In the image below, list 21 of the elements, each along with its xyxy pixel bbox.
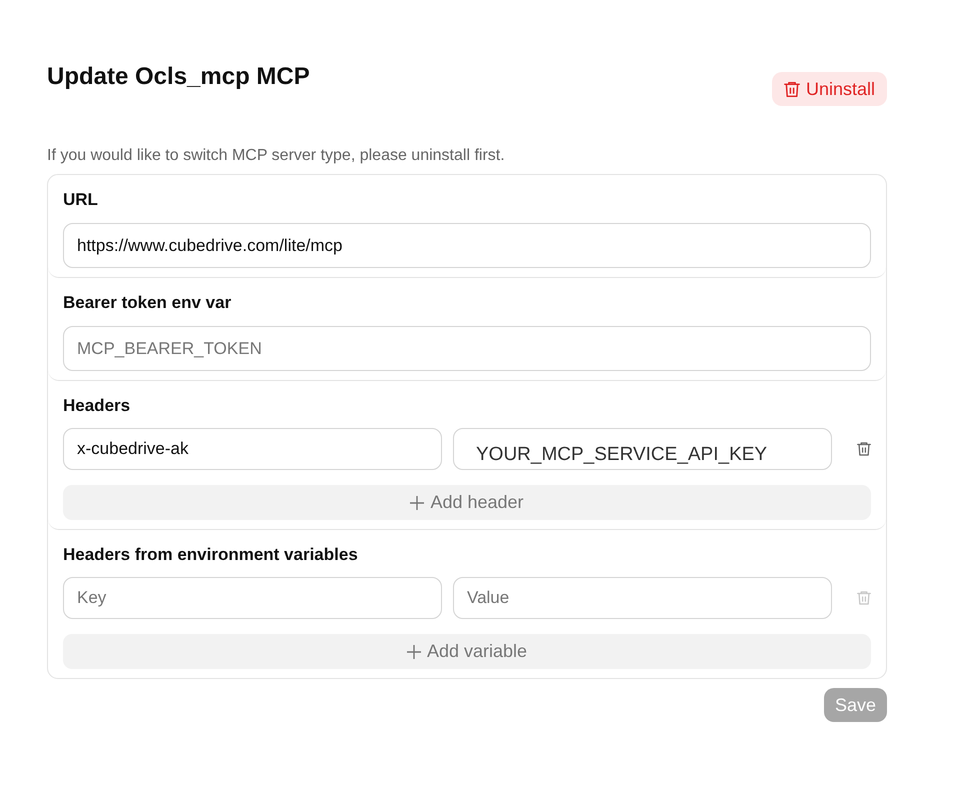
dialog-title: Update Ocls_mcp MCP bbox=[47, 62, 310, 92]
trash-icon bbox=[857, 591, 871, 605]
plus-icon bbox=[406, 644, 421, 658]
input-field[interactable]: x-cubedrive-ak bbox=[63, 428, 442, 470]
input-field[interactable]: Key bbox=[63, 577, 442, 619]
add-button[interactable]: Add variable bbox=[63, 634, 871, 669]
section-label: Headers bbox=[63, 395, 132, 417]
delete-button[interactable] bbox=[857, 442, 871, 456]
input-field[interactable]: https://www.cubedrive.com/lite/mcp bbox=[63, 223, 871, 268]
section-label: URL bbox=[63, 189, 99, 211]
section-label: Bearer token env var bbox=[63, 292, 232, 314]
notice-text: If you would like to switch MCP server type, please uninstall first. bbox=[47, 146, 506, 166]
input-field[interactable]: Value bbox=[453, 577, 832, 619]
input-field[interactable]: MCP_BEARER_TOKEN bbox=[63, 326, 871, 371]
section-label: Headers from environment variables bbox=[63, 544, 359, 566]
trash-icon bbox=[857, 442, 871, 456]
add-button[interactable]: Add header bbox=[63, 485, 871, 520]
input-field[interactable]: YOUR_MCP_SERVICE_API_KEY bbox=[453, 428, 832, 470]
trash-icon bbox=[784, 80, 800, 98]
plus-icon bbox=[410, 496, 424, 510]
uninstall-button[interactable]: Uninstall bbox=[772, 72, 887, 106]
